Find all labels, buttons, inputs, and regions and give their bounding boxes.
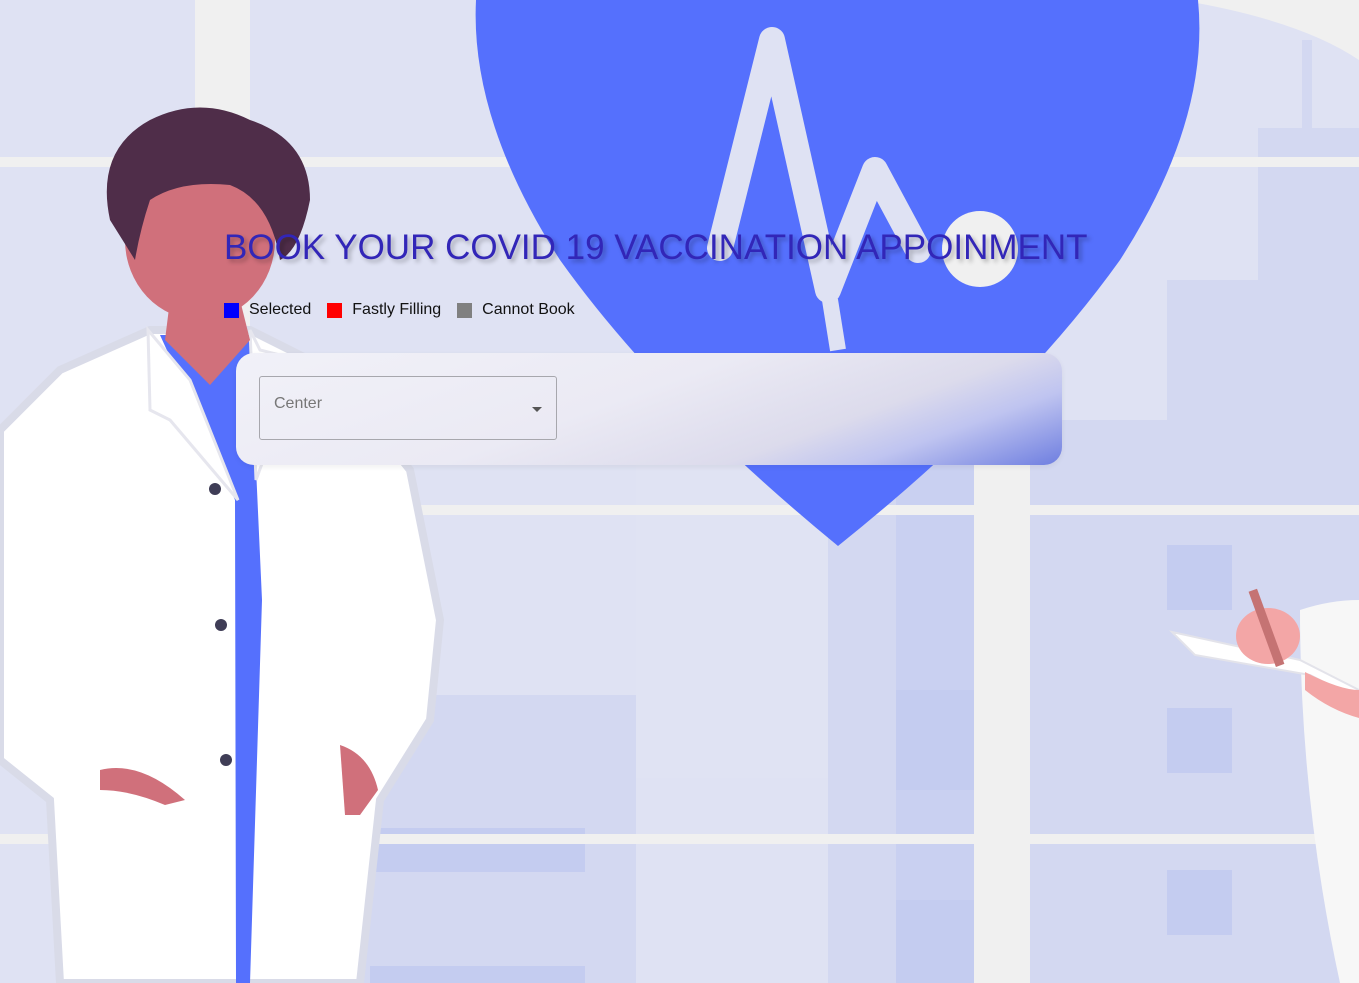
legend-label: Cannot Book (482, 301, 575, 318)
legend-label: Fastly Filling (352, 301, 442, 318)
legend-swatch-fastly-filling (327, 302, 343, 318)
legend-swatch-selected (224, 302, 239, 318)
availability-legend: Selected Fastly Filling Cannot Book (224, 301, 591, 319)
background-illustration (0, 0, 1359, 983)
legend-item-fastly-filling: Fastly Filling (327, 301, 441, 319)
center-select-placeholder: Center (274, 395, 323, 412)
legend-item-cannot-book: Cannot Book (457, 301, 575, 319)
legend-label: Selected (249, 301, 312, 318)
booking-form-card: Center (236, 353, 1062, 465)
center-select[interactable]: Center (259, 376, 557, 440)
page-title: BOOK YOUR COVID 19 VACCINATION APPOINMEN… (224, 228, 1088, 267)
chevron-down-icon (532, 407, 542, 412)
legend-swatch-cannot-book (457, 302, 473, 318)
booking-page: BOOK YOUR COVID 19 VACCINATION APPOINMEN… (0, 0, 1359, 983)
legend-item-selected: Selected (224, 301, 311, 319)
